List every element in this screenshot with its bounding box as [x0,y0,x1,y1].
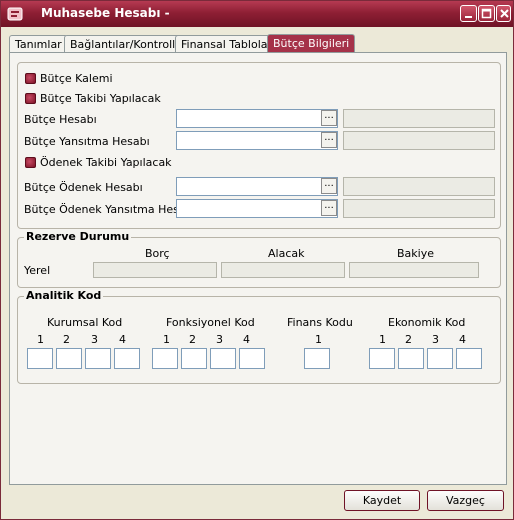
fonksiyonel-code-3[interactable] [210,348,236,369]
tab-panel: Bütçe Kalemi Bütçe Takibi Yapılacak Bütç… [9,52,507,485]
reserve-row-label: Yerel [24,264,51,277]
reserve-borc-value [93,262,217,278]
ekonomik-code-4[interactable] [456,348,482,369]
tab-butce-bilgileri[interactable]: Bütçe Bilgileri [267,34,356,53]
fonksiyonel-num-4: 4 [243,333,250,346]
allowance-account-lookup-button[interactable]: ... [321,178,337,194]
title-bar: Muhasebe Hesabı - [1,1,513,27]
kurumsal-code-2[interactable] [56,348,82,369]
budget-reflection-description [343,131,495,150]
ekonomik-code-3[interactable] [427,348,453,369]
budget-account-description [343,109,495,128]
budget-account-lookup-button[interactable]: ... [321,110,337,126]
kurumsal-num-2: 2 [63,333,70,346]
kurumsal-code-1[interactable] [27,348,53,369]
tab-baglantilar[interactable]: Bağlantılar/Kontroller [64,35,193,53]
fonksiyonel-num-3: 3 [216,333,223,346]
cancel-button[interactable]: Vazgeç [427,490,504,511]
fonksiyonel-num-1: 1 [163,333,170,346]
budget-account-label: Bütçe Hesabı [24,113,97,126]
budget-group: Bütçe Kalemi Bütçe Takibi Yapılacak Bütç… [17,62,501,229]
kurumsal-label: Kurumsal Kod [47,316,123,329]
reserve-group: Rezerve Durumu Borç Alacak Bakiye Yerel [17,230,501,288]
ekonomik-num-2: 2 [405,333,412,346]
budget-item-label: Bütçe Kalemi [40,72,113,85]
ekonomik-code-1[interactable] [369,348,395,369]
ekonomik-num-1: 1 [379,333,386,346]
allowance-reflection-label: Bütçe Ödenek Yansıtma Hesabı [24,203,196,216]
tab-finansal-tablolar[interactable]: Finansal Tablolar [175,35,279,53]
minimize-icon [465,16,472,18]
analytic-group: Analitik Kod Kurumsal Kod 1 2 3 4 Fonksi… [17,289,501,384]
budget-tracking-checkbox[interactable] [25,93,36,104]
window-title: Muhasebe Hesabı - [41,6,170,20]
budget-reflection-label: Bütçe Yansıtma Hesabı [24,135,150,148]
maximize-button[interactable] [478,5,495,22]
allowance-account-description [343,177,495,196]
kurumsal-code-4[interactable] [114,348,140,369]
budget-account-input[interactable] [176,109,338,128]
allowance-reflection-description [343,199,495,218]
reserve-col-alacak: Alacak [268,247,305,260]
budget-reflection-lookup-button[interactable]: ... [321,132,337,148]
fonksiyonel-code-4[interactable] [239,348,265,369]
reserve-bakiye-value [349,262,479,278]
finans-num-1: 1 [315,333,322,346]
fonksiyonel-label: Fonksiyonel Kod [166,316,255,329]
budget-tracking-label: Bütçe Takibi Yapılacak [40,92,161,105]
kurumsal-num-4: 4 [119,333,126,346]
finans-label: Finans Kodu [287,316,353,329]
allowance-reflection-lookup-button[interactable]: ... [321,200,337,216]
kurumsal-num-3: 3 [91,333,98,346]
cancel-button-label: Vazgeç [446,494,485,507]
ekonomik-num-3: 3 [432,333,439,346]
reserve-title: Rezerve Durumu [24,230,132,243]
close-icon [500,9,509,18]
allowance-tracking-checkbox[interactable] [25,157,36,168]
reserve-col-bakiye: Bakiye [397,247,434,260]
maximize-icon [481,8,492,19]
tab-tanimlar[interactable]: Tanımlar [9,35,68,53]
reserve-col-borc: Borç [145,247,170,260]
budget-item-checkbox[interactable] [25,73,36,84]
fonksiyonel-num-2: 2 [189,333,196,346]
reserve-alacak-value [221,262,345,278]
account-window: Muhasebe Hesabı - Tanımlar Bağlantılar/K… [0,0,514,520]
minimize-button[interactable] [460,5,477,22]
allowance-reflection-input[interactable] [176,199,338,218]
save-button-label: Kaydet [362,494,402,507]
kurumsal-num-1: 1 [37,333,44,346]
app-icon [7,7,23,21]
close-button[interactable] [496,5,511,22]
kurumsal-code-3[interactable] [85,348,111,369]
allowance-tracking-label: Ödenek Takibi Yapılacak [40,156,172,169]
ekonomik-label: Ekonomik Kod [388,316,466,329]
save-button[interactable]: Kaydet [344,490,420,511]
analytic-title: Analitik Kod [24,289,104,302]
allowance-account-label: Bütçe Ödenek Hesabı [24,181,143,194]
budget-reflection-input[interactable] [176,131,338,150]
finans-code-1[interactable] [304,348,330,369]
fonksiyonel-code-2[interactable] [181,348,207,369]
allowance-account-input[interactable] [176,177,338,196]
fonksiyonel-code-1[interactable] [152,348,178,369]
ekonomik-code-2[interactable] [398,348,424,369]
ekonomik-num-4: 4 [459,333,466,346]
